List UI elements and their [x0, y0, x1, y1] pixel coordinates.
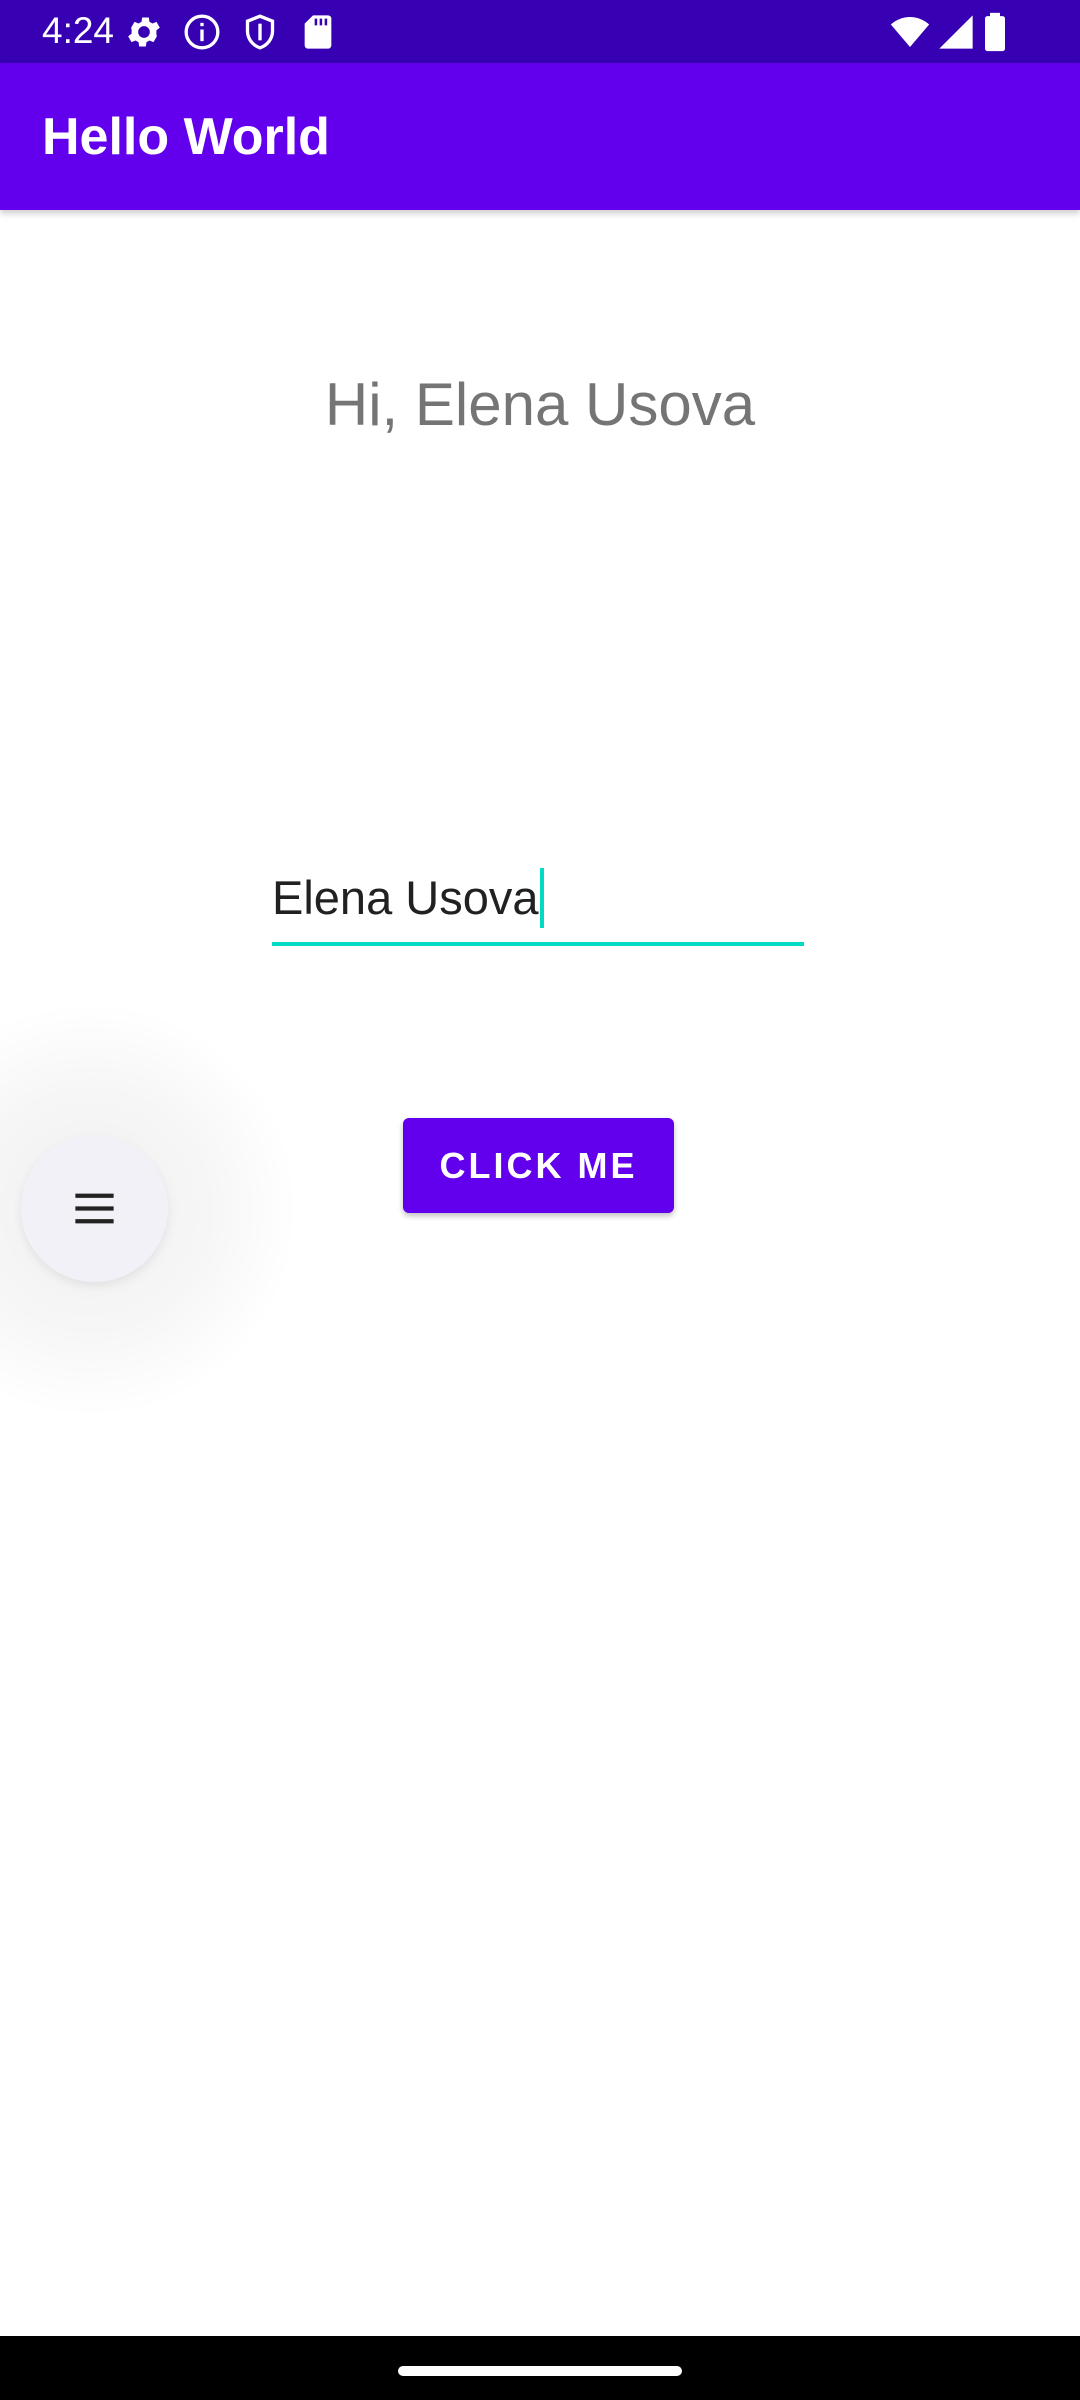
navigation-bar	[0, 2336, 1080, 2400]
name-input-text: Elena Usova	[272, 871, 539, 924]
home-indicator[interactable]	[398, 2366, 682, 2376]
app-title: Hello World	[42, 108, 330, 166]
name-input[interactable]: Elena Usova	[272, 862, 804, 946]
menu-fab-button[interactable]	[21, 1135, 168, 1282]
text-cursor	[539, 868, 544, 928]
greeting-text: Hi, Elena Usova	[324, 371, 756, 438]
info-icon	[182, 12, 222, 52]
signal-icon	[936, 12, 976, 52]
screen: 4:24 Hello World Hi, Elena Usova Elena U…	[0, 0, 1080, 2400]
wifi-icon	[888, 12, 932, 52]
menu-icon	[75, 1193, 114, 1224]
status-time: 4:24	[42, 10, 115, 51]
app-bar: Hello World	[0, 63, 1080, 210]
settings-icon	[124, 12, 164, 52]
status-bar: 4:24	[0, 0, 1080, 63]
shield-icon	[240, 12, 280, 52]
click-me-button[interactable]: CLICK ME	[403, 1118, 674, 1213]
name-input-value[interactable]: Elena Usova	[272, 868, 544, 928]
battery-icon	[982, 12, 1008, 52]
sd-card-icon	[298, 12, 338, 52]
